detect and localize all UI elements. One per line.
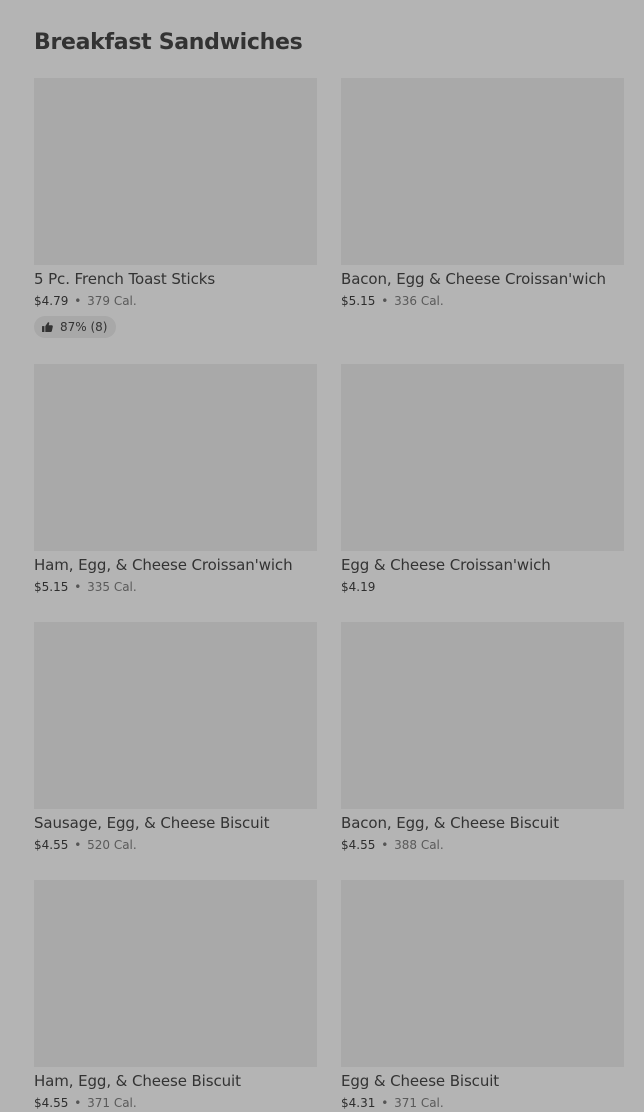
- menu-item-price: $4.79: [34, 294, 69, 308]
- menu-item-name: Ham, Egg, & Cheese Croissan'wich: [34, 556, 293, 574]
- menu-item-card[interactable]: Bacon, Egg & Cheese Croissan'wich $5.15 …: [341, 78, 624, 308]
- menu-item-calories: 336 Cal.: [394, 294, 444, 308]
- menu-item-card[interactable]: Ham, Egg, & Cheese Croissan'wich $5.15 •…: [34, 364, 317, 594]
- meta-separator: •: [381, 1096, 389, 1110]
- menu-item-image[interactable]: [341, 78, 624, 265]
- menu-item-image[interactable]: [341, 880, 624, 1067]
- menu-item-price: $5.15: [34, 580, 69, 594]
- menu-item-card[interactable]: 5 Pc. French Toast Sticks $4.79 • 379 Ca…: [34, 78, 317, 338]
- thumbs-up-icon: [42, 322, 53, 332]
- meta-separator: •: [381, 838, 389, 852]
- menu-item-price: $4.19: [341, 580, 376, 594]
- menu-item-calories: 379 Cal.: [87, 294, 137, 308]
- menu-item-meta: $4.31 • 371 Cal.: [341, 1096, 624, 1110]
- menu-item-meta: $4.55 • 388 Cal.: [341, 838, 624, 852]
- meta-separator: •: [74, 580, 82, 594]
- menu-item-price: $4.55: [34, 1096, 69, 1110]
- menu-item-name: Bacon, Egg & Cheese Croissan'wich: [341, 270, 606, 288]
- menu-item-calories: 335 Cal.: [87, 580, 137, 594]
- menu-item-meta: $5.15 • 335 Cal.: [34, 580, 317, 594]
- menu-item-image[interactable]: [34, 78, 317, 265]
- menu-item-card[interactable]: Ham, Egg, & Cheese Biscuit $4.55 • 371 C…: [34, 880, 317, 1110]
- meta-separator: •: [74, 1096, 82, 1110]
- menu-item-calories: 388 Cal.: [394, 838, 444, 852]
- meta-separator: •: [74, 838, 82, 852]
- meta-separator: •: [381, 294, 389, 308]
- menu-item-name: Ham, Egg, & Cheese Biscuit: [34, 1072, 241, 1090]
- menu-item-meta: $4.19: [341, 580, 624, 594]
- menu-item-calories: 520 Cal.: [87, 838, 137, 852]
- menu-item-price: $5.15: [341, 294, 376, 308]
- menu-item-calories: 371 Cal.: [87, 1096, 137, 1110]
- menu-item-image[interactable]: [34, 880, 317, 1067]
- menu-item-card[interactable]: Egg & Cheese Biscuit $4.31 • 371 Cal.: [341, 880, 624, 1110]
- menu-item-image[interactable]: [34, 622, 317, 809]
- menu-item-calories: 371 Cal.: [394, 1096, 444, 1110]
- menu-item-price: $4.31: [341, 1096, 376, 1110]
- rating-text: 87% (8): [60, 320, 108, 334]
- menu-item-name: 5 Pc. French Toast Sticks: [34, 270, 216, 288]
- menu-item-meta: $4.55 • 371 Cal.: [34, 1096, 317, 1110]
- menu-item-name: Egg & Cheese Croissan'wich: [341, 556, 551, 574]
- menu-item-meta: $4.55 • 520 Cal.: [34, 838, 317, 852]
- menu-item-meta: $5.15 • 336 Cal.: [341, 294, 624, 308]
- menu-item-card[interactable]: Egg & Cheese Croissan'wich $4.19: [341, 364, 624, 594]
- menu-item-name: Egg & Cheese Biscuit: [341, 1072, 500, 1090]
- menu-item-card[interactable]: Sausage, Egg, & Cheese Biscuit $4.55 • 5…: [34, 622, 317, 852]
- menu-item-price: $4.55: [34, 838, 69, 852]
- menu-item-name: Sausage, Egg, & Cheese Biscuit: [34, 814, 270, 832]
- menu-item-meta: $4.79 • 379 Cal.: [34, 294, 317, 308]
- menu-item-image[interactable]: [341, 622, 624, 809]
- rating-badge: 87% (8): [34, 316, 117, 338]
- section-title: Breakfast Sandwiches: [34, 30, 303, 55]
- menu-item-image[interactable]: [34, 364, 317, 551]
- menu-item-price: $4.55: [341, 838, 376, 852]
- meta-separator: •: [74, 294, 82, 308]
- menu-item-name: Bacon, Egg, & Cheese Biscuit: [341, 814, 559, 832]
- menu-item-card[interactable]: Bacon, Egg, & Cheese Biscuit $4.55 • 388…: [341, 622, 624, 852]
- menu-item-image[interactable]: [341, 364, 624, 551]
